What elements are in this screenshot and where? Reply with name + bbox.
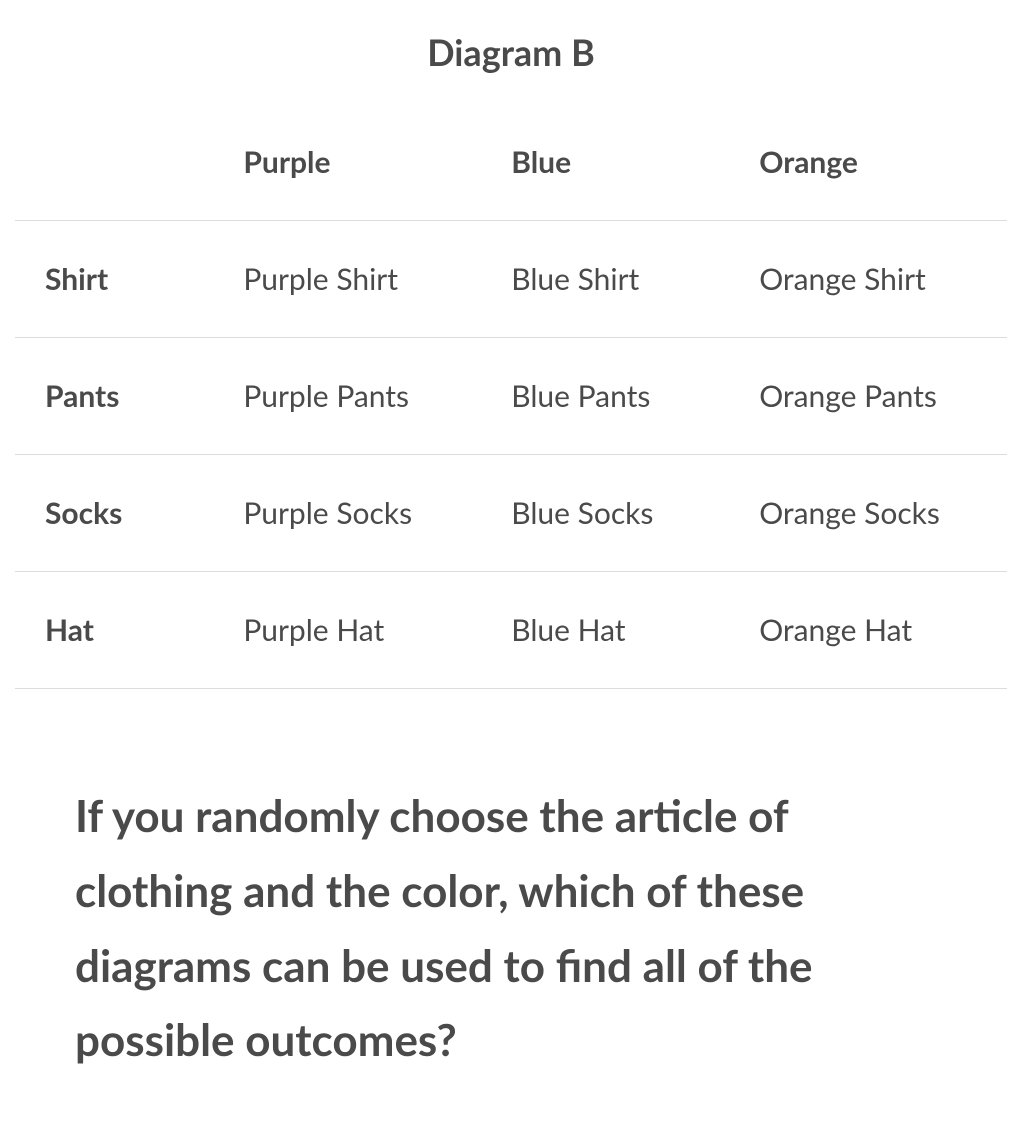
cell: Orange Hat bbox=[729, 572, 1007, 689]
row-header-socks: Socks bbox=[15, 455, 213, 572]
table-row: Hat Purple Hat Blue Hat Orange Hat bbox=[15, 572, 1007, 689]
diagram-title: Diagram B bbox=[15, 30, 1007, 74]
cell: Blue Socks bbox=[481, 455, 729, 572]
cell: Purple Pants bbox=[213, 338, 481, 455]
row-header-pants: Pants bbox=[15, 338, 213, 455]
col-header-purple: Purple bbox=[213, 104, 481, 221]
col-header-blue: Blue bbox=[481, 104, 729, 221]
outcomes-table: Purple Blue Orange Shirt Purple Shirt Bl… bbox=[15, 104, 1007, 689]
cell: Orange Socks bbox=[729, 455, 1007, 572]
row-header-hat: Hat bbox=[15, 572, 213, 689]
cell: Orange Pants bbox=[729, 338, 1007, 455]
table-header-row: Purple Blue Orange bbox=[15, 104, 1007, 221]
table-row: Shirt Purple Shirt Blue Shirt Orange Shi… bbox=[15, 221, 1007, 338]
row-header-shirt: Shirt bbox=[15, 221, 213, 338]
table-row: Socks Purple Socks Blue Socks Orange Soc… bbox=[15, 455, 1007, 572]
cell: Purple Shirt bbox=[213, 221, 481, 338]
table-corner-cell bbox=[15, 104, 213, 221]
cell: Purple Socks bbox=[213, 455, 481, 572]
question-text: If you randomly choose the article of cl… bbox=[15, 779, 1007, 1078]
cell: Blue Shirt bbox=[481, 221, 729, 338]
col-header-orange: Orange bbox=[729, 104, 1007, 221]
cell: Orange Shirt bbox=[729, 221, 1007, 338]
cell: Blue Pants bbox=[481, 338, 729, 455]
cell: Blue Hat bbox=[481, 572, 729, 689]
table-row: Pants Purple Pants Blue Pants Orange Pan… bbox=[15, 338, 1007, 455]
cell: Purple Hat bbox=[213, 572, 481, 689]
